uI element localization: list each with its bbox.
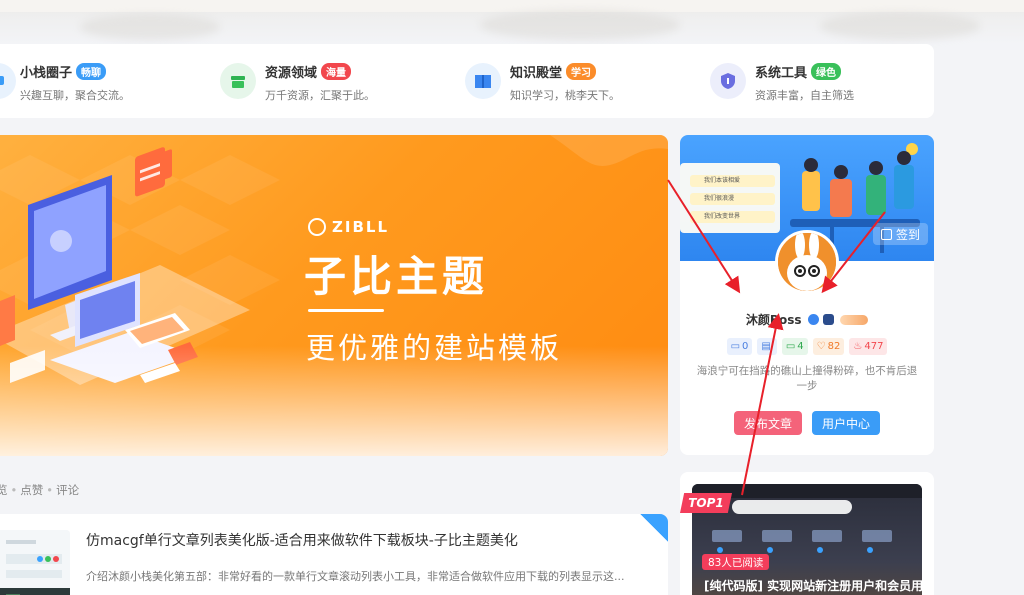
hero-banner[interactable]: ZIBLL 子比主题 更优雅的建站模板 [0, 135, 668, 456]
post-article-button[interactable]: 发布文章 [734, 411, 802, 435]
nav-item-circle[interactable]: 小栈圈子 畅聊 兴趣互聊，聚合交流。 [0, 44, 220, 118]
nav-badge: 绿色 [811, 63, 842, 80]
vip-badge-icon [840, 315, 869, 325]
tab-comments[interactable]: 评论 [56, 483, 79, 497]
book-icon [465, 63, 501, 99]
circle-chat-icon [0, 63, 16, 99]
nav-badge: 海量 [321, 63, 352, 80]
message-icon: ▭ [785, 341, 796, 352]
banner-logo: ZIBLL [308, 218, 389, 236]
nav-title: 知识殿堂 学习 [510, 62, 597, 81]
article-icon: ▤ [761, 341, 771, 352]
background-blur [80, 14, 220, 40]
avatar[interactable] [775, 230, 839, 294]
post-title[interactable]: 仿macgf单行文章列表美化版-适合用来做软件下载板块-子比主题美化 [86, 530, 518, 550]
signin-button[interactable]: 签到 [872, 223, 928, 245]
list-sort-tabs: 览 • 点赞 • 评论 [0, 482, 79, 498]
thumbnail-image [0, 530, 70, 595]
stat-articles[interactable]: ▤ [757, 338, 777, 355]
user-stats: ▭ 0 ▤ ▭ 4 ♡ 82 ♨ 477 [680, 338, 934, 355]
nav-title: 资源领域 海量 [265, 62, 352, 81]
like-icon: ♡ [816, 341, 826, 352]
stat-likes[interactable]: ♡ 82 [812, 338, 845, 355]
comment-icon: ▭ [730, 341, 741, 352]
nav-item-tools[interactable]: 系统工具 绿色 资源丰富，自主筛选 [710, 44, 934, 118]
hot-article-title[interactable]: [纯代码版] 实现网站新注册用户和会员用 [704, 577, 923, 594]
cover-list: 我们本该相爱 我们很浪漫 我们改变世界 [690, 175, 775, 223]
banner-title: 子比主题 [304, 252, 489, 301]
user-center-button[interactable]: 用户中心 [812, 411, 880, 435]
rank-badge: TOP1 [680, 493, 732, 513]
tab-likes[interactable]: 点赞 [20, 483, 43, 497]
post-card[interactable]: 仿macgf单行文章列表美化版-适合用来做软件下载板块-子比主题美化 介绍沐颜小… [0, 514, 668, 595]
user-card: 我们本该相爱 我们很浪漫 我们改变世界 签到 沐颜Boss ▭ 0 ▤ ▭ 4 ♡ 8… [680, 135, 934, 455]
banner-divider [308, 309, 384, 312]
verified-icon [807, 314, 819, 325]
level-icon [822, 314, 834, 325]
post-corner-badge [640, 514, 668, 542]
nav-title: 系统工具 绿色 [755, 62, 842, 81]
read-count-badge: 83人已阅读 [702, 554, 770, 570]
nav-item-resource[interactable]: 资源领域 海量 万千资源，汇聚于此。 [220, 44, 465, 118]
nav-item-knowledge[interactable]: 知识殿堂 学习 知识学习，桃李天下。 [465, 44, 710, 118]
resource-box-icon [220, 63, 256, 99]
post-thumbnail[interactable] [0, 530, 70, 595]
banner-fade [0, 346, 668, 456]
nav-badge: 学习 [566, 63, 597, 80]
user-name[interactable]: 沐颜Boss [680, 311, 934, 328]
fire-icon: ♨ [853, 341, 863, 352]
nav-desc: 兴趣互聊，聚合交流。 [20, 89, 130, 102]
stat-popularity[interactable]: ♨ 477 [849, 338, 888, 355]
cover-list-item: 我们改变世界 [690, 211, 775, 223]
avatar-rabbit-icon [778, 233, 836, 291]
nav-badge: 畅聊 [76, 63, 107, 80]
background-blur [480, 10, 680, 40]
nav-desc: 知识学习，桃李天下。 [510, 89, 620, 102]
tab-views[interactable]: 览 [0, 483, 8, 497]
nav-desc: 资源丰富，自主筛选 [755, 89, 854, 102]
cover-list-item: 我们很浪漫 [690, 193, 775, 205]
stat-comments[interactable]: ▭ 0 [726, 338, 753, 355]
background-blur [820, 12, 980, 40]
stat-messages[interactable]: ▭ 4 [781, 338, 808, 355]
top-header-bar [0, 0, 1024, 12]
shield-icon [710, 63, 746, 99]
user-motto: 海浪宁可在挡路的礁山上撞得粉碎，也不肯后退一步 [696, 365, 918, 392]
cover-list-item: 我们本该相爱 [690, 175, 775, 187]
post-excerpt: 介绍沐颜小栈美化第五部：非常好看的一款单行文章滚动列表小工具，非常适合做软件应用… [86, 570, 625, 583]
top-background-strip [0, 0, 1024, 44]
nav-title: 小栈圈子 畅聊 [20, 62, 107, 81]
calendar-icon [880, 228, 892, 240]
quick-nav-card: 小栈圈子 畅聊 兴趣互聊，聚合交流。 资源领域 海量 万千资源，汇聚于此。 知识殿堂… [0, 44, 934, 118]
zibll-logo-icon [308, 218, 326, 236]
nav-desc: 万千资源，汇聚于此。 [265, 89, 375, 102]
